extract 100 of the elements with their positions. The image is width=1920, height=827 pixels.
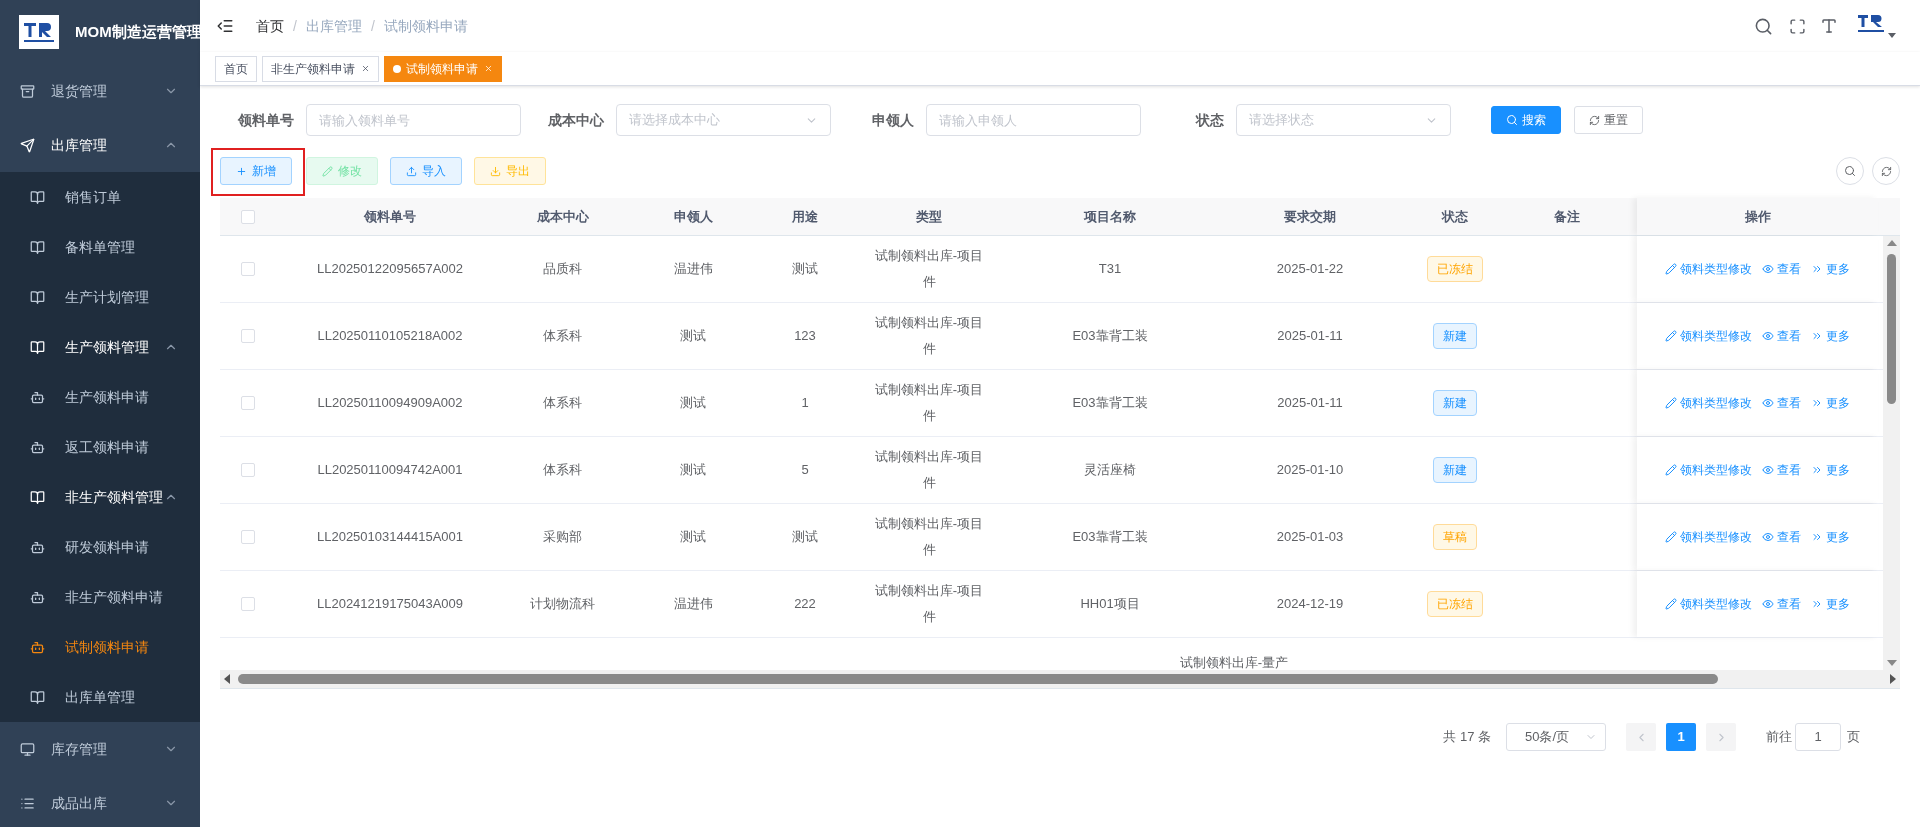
pencil-icon [1665,263,1677,275]
action-link[interactable]: 领料类型修改 [1665,394,1752,412]
action-link[interactable]: 查看 [1762,461,1801,479]
goto-page-field[interactable]: 1 [1795,723,1841,751]
scroll-up-icon[interactable] [1886,240,1897,246]
action-link[interactable]: 查看 [1762,260,1801,278]
scroll-down-icon[interactable] [1886,660,1897,666]
sidebar-menu-item[interactable]: 退货管理 [0,64,200,118]
action-link[interactable]: 查看 [1762,528,1801,546]
action-link[interactable]: 领料类型修改 [1665,595,1752,613]
table-cell-text: 测试 [792,528,818,546]
book-icon [30,489,45,505]
toolbar-button[interactable]: 导入 [390,157,462,185]
action-link[interactable]: 查看 [1762,327,1801,345]
column-header: 项目名称 [1084,207,1136,226]
action-link[interactable]: 领料类型修改 [1665,528,1752,546]
scroll-left-icon[interactable] [224,674,230,684]
status-tag: 新建 [1433,390,1477,416]
search-icon [1844,165,1856,177]
sidebar-submenu-item[interactable]: 研发领料申请 [0,522,200,572]
sidebar-menu-item[interactable]: 出库管理 [0,118,200,172]
breadcrumb-item: 试制领料申请 [383,16,468,36]
pencil-icon [322,165,333,177]
action-link[interactable]: 更多 [1811,461,1850,479]
column-header: 领料单号 [364,207,416,226]
action-link[interactable]: 更多 [1811,595,1850,613]
horizontal-scrollbar-thumb[interactable] [238,674,1718,684]
action-link[interactable]: 更多 [1811,394,1850,412]
menu-icon[interactable] [216,17,234,35]
filter-label: 领料单号 [237,110,295,130]
sidebar-menu-item[interactable]: 库存管理 [0,722,200,776]
table-cell-text: 1 [801,394,809,412]
sidebar-submenu-item[interactable]: 非生产领料管理 [0,472,200,522]
fullscreen-icon[interactable] [1789,17,1806,35]
table-cell-text: E03靠背工装 [1072,327,1148,345]
action-link[interactable]: 领料类型修改 [1665,461,1752,479]
scroll-right-icon[interactable] [1890,674,1896,684]
sidebar-submenu-item[interactable]: 生产领料申请 [0,372,200,422]
logo-icon [19,15,59,49]
table-cell-text: LL20250103144415A001 [316,528,463,546]
search-button[interactable]: 搜索 [1491,106,1561,134]
action-link[interactable]: 更多 [1811,528,1850,546]
action-link[interactable]: 更多 [1811,260,1850,278]
page-tab[interactable]: 首页 [215,55,257,82]
sidebar-submenu-item[interactable]: 销售订单 [0,172,200,222]
action-link[interactable]: 查看 [1762,595,1801,613]
filter-select[interactable]: 请选择成本中心 [616,104,831,136]
table-cell-text: 试制领料出库-项目件 [873,381,985,425]
search-icon[interactable] [1754,16,1773,36]
page-tab[interactable]: 非生产领料申请 [262,55,379,82]
sidebar-menu-item[interactable]: 成品出库 [0,776,200,827]
status-tag: 新建 [1433,323,1477,349]
robot-icon [30,439,45,455]
eye-icon [1762,330,1774,342]
monitor-icon [20,741,35,757]
row-checkbox[interactable] [240,396,255,410]
sidebar-submenu-item[interactable]: 备料单管理 [0,222,200,272]
refresh-icon [1880,165,1892,177]
action-link[interactable]: 领料类型修改 [1665,260,1752,278]
page-size-select[interactable]: 50条/页 [1506,723,1606,751]
goto-suffix: 页 [1847,728,1860,747]
sidebar-submenu-item[interactable]: 返工领料申请 [0,422,200,472]
action-link[interactable]: 领料类型修改 [1665,327,1752,345]
row-checkbox[interactable] [240,463,255,477]
close-icon[interactable] [361,64,370,73]
eye-icon [1762,531,1774,543]
sidebar-submenu-item[interactable]: 试制领料申请 [0,622,200,672]
status-tag: 已冻结 [1427,256,1483,282]
eye-icon [1762,464,1774,476]
row-checkbox[interactable] [240,262,255,276]
sidebar-submenu-item[interactable]: 非生产领料申请 [0,572,200,622]
pencil-icon [1665,397,1677,409]
filter-input[interactable]: 请输入领料单号 [306,104,521,136]
filter-select[interactable]: 请选择状态 [1236,104,1451,136]
table-cell-text: 测试 [792,260,818,278]
filter-input[interactable]: 请输入申领人 [926,104,1141,136]
row-checkbox[interactable] [240,530,255,544]
sidebar-submenu-item[interactable]: 出库单管理 [0,672,200,722]
robot-icon [30,539,45,555]
row-checkbox[interactable] [240,597,255,611]
action-link[interactable]: 更多 [1811,327,1850,345]
table-cell-text: 体系科 [543,461,582,479]
select-all-checkbox[interactable] [240,209,255,224]
font-size-icon[interactable] [1820,17,1838,35]
sidebar-submenu-item[interactable]: 生产计划管理 [0,272,200,322]
breadcrumb-item[interactable]: 出库管理 [305,15,362,37]
vertical-scrollbar-thumb[interactable] [1887,254,1896,404]
pencil-icon [1665,531,1677,543]
page-tab[interactable]: 试制领料申请 [384,55,502,82]
page-number[interactable]: 1 [1666,723,1696,751]
table-cell-text: 温进伟 [673,595,713,613]
action-link[interactable]: 查看 [1762,394,1801,412]
breadcrumb-item[interactable]: 首页 [256,15,284,37]
pencil-icon [1665,464,1677,476]
sidebar-submenu-item[interactable]: 生产领料管理 [0,322,200,372]
table-cell-text: 温进伟 [673,260,713,278]
row-checkbox[interactable] [240,329,255,343]
reset-button[interactable]: 重置 [1574,106,1643,134]
table-cell-text: 试制领料出库-项目件 [873,314,985,358]
toolbar-button[interactable]: 新增 [220,157,292,185]
